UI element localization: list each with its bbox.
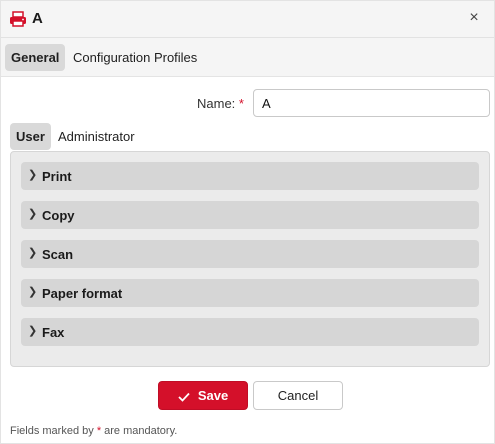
section-scan[interactable]: ❯ Scan [21, 240, 479, 268]
section-label: Scan [42, 247, 74, 262]
mandatory-note-after: are mandatory. [101, 425, 178, 437]
close-icon[interactable]: × [464, 8, 484, 28]
dialog-title: A [32, 10, 43, 27]
chevron-right-icon: ❯ [28, 208, 38, 220]
mandatory-note: Fields marked by * are mandatory. [10, 425, 177, 437]
save-button-label: Save [197, 388, 229, 403]
section-label: Print [42, 169, 72, 184]
section-copy[interactable]: ❯ Copy [21, 201, 479, 229]
chevron-right-icon: ❯ [28, 286, 38, 298]
tab-configuration-profiles[interactable]: Configuration Profiles [67, 44, 203, 71]
chevron-right-icon: ❯ [28, 325, 38, 337]
section-paper-format[interactable]: ❯ Paper format [21, 279, 479, 307]
top-tab-bar: General Configuration Profiles [1, 38, 494, 77]
check-icon [178, 384, 190, 411]
tab-general[interactable]: General [5, 44, 66, 71]
section-label: Copy [42, 208, 75, 223]
chevron-right-icon: ❯ [28, 247, 38, 259]
cancel-button[interactable]: Cancel [253, 381, 343, 410]
section-label: Fax [42, 325, 65, 340]
chevron-right-icon: ❯ [28, 169, 38, 181]
required-mark: * [238, 96, 244, 111]
printer-icon [9, 11, 27, 27]
sections-panel: ❯ Print ❯ Copy ❯ Scan ❯ Paper format ❯ F… [10, 151, 490, 367]
section-label: Paper format [42, 286, 123, 301]
save-button[interactable]: Save [158, 381, 248, 410]
section-print[interactable]: ❯ Print [21, 162, 479, 190]
tab-user[interactable]: User [10, 123, 51, 150]
title-bar: A × [1, 1, 494, 38]
name-field[interactable] [253, 89, 490, 117]
name-label: Name: * [197, 96, 244, 111]
dialog-window: A × General Configuration Profiles Name:… [0, 0, 495, 444]
name-label-text: Name: [197, 96, 236, 111]
mandatory-note-before: Fields marked by [10, 425, 97, 437]
section-fax[interactable]: ❯ Fax [21, 318, 479, 346]
tab-administrator[interactable]: Administrator [52, 123, 141, 150]
